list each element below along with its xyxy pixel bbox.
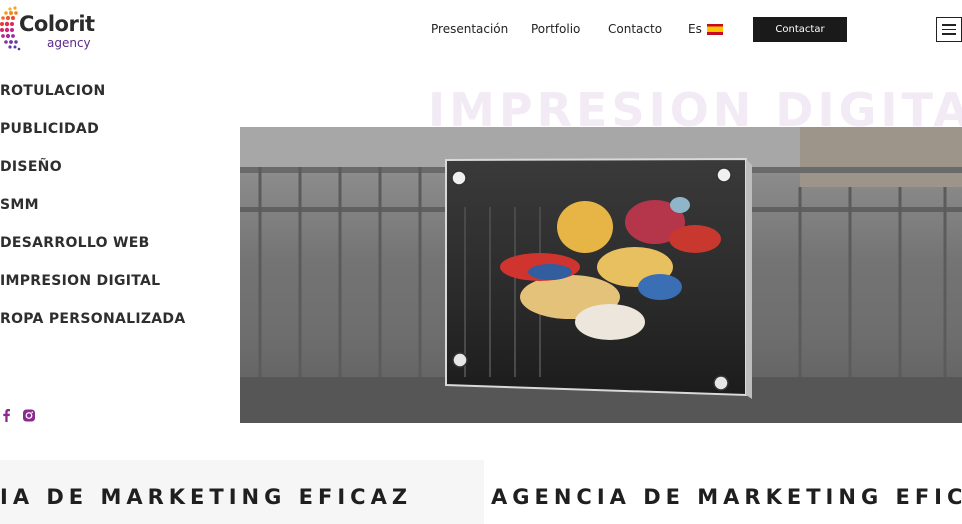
logo-wordmark: Colorit [19, 12, 95, 36]
hamburger-icon-line [942, 28, 956, 31]
service-diseno[interactable]: DISEÑO [0, 158, 62, 176]
service-rotulacion[interactable]: ROTULACION [0, 82, 105, 100]
hero-image [240, 127, 962, 423]
hamburger-menu-button[interactable] [936, 17, 962, 42]
marquee-text-left: IA DE MARKETING EFICAZ [0, 485, 413, 509]
nav-portfolio[interactable]: Portfolio [531, 20, 580, 38]
service-desarrollo-web[interactable]: DESARROLLO WEB [0, 234, 150, 252]
instagram-icon[interactable] [23, 408, 35, 422]
service-ropa-personalizada[interactable]: ROPA PERSONALIZADA [0, 310, 185, 328]
logo[interactable]: Colorit agency [0, 5, 100, 55]
logo-tagline: agency [47, 36, 91, 50]
service-smm[interactable]: SMM [0, 196, 39, 214]
service-impresion-digital[interactable]: IMPRESION DIGITAL [0, 272, 160, 290]
hero-background-title: IMPRESION DIGITAL [428, 83, 962, 128]
hamburger-icon-line [942, 33, 956, 35]
social-links [0, 408, 35, 422]
spain-flag-icon [706, 23, 723, 35]
hamburger-icon [942, 24, 956, 26]
nav-contacto[interactable]: Contacto [608, 20, 662, 38]
language-label: Es [688, 22, 702, 36]
service-publicidad[interactable]: PUBLICIDAD [0, 120, 99, 138]
acrylic-print-illustration [240, 127, 962, 423]
contactar-button[interactable]: Contactar [753, 17, 847, 42]
nav-presentacion[interactable]: Presentación [431, 20, 508, 38]
marquee-text-right: AGENCIA DE MARKETING EFICAZ [491, 485, 962, 509]
language-selector[interactable]: Es [688, 20, 723, 38]
facebook-icon[interactable] [0, 408, 12, 422]
